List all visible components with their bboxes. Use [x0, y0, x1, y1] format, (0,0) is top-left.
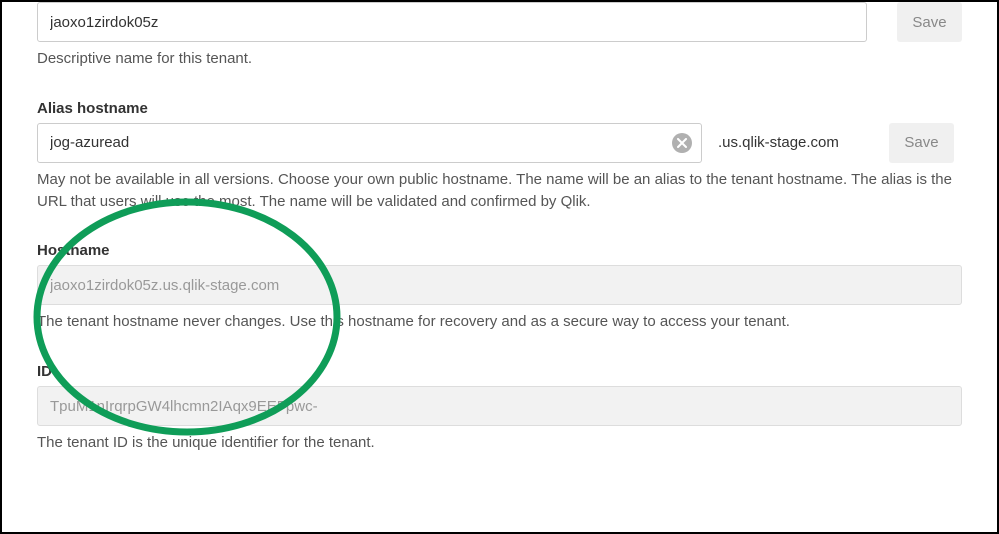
tenant-name-help: Descriptive name for this tenant. [37, 48, 962, 70]
id-help: The tenant ID is the unique identifier f… [37, 432, 962, 454]
tenant-name-input[interactable] [37, 2, 867, 42]
clear-alias-button[interactable] [672, 133, 692, 153]
alias-hostname-label: Alias hostname [37, 100, 962, 117]
save-alias-button[interactable]: Save [889, 123, 954, 163]
tenant-name-group: Save Descriptive name for this tenant. [37, 2, 962, 70]
hostname-input [37, 265, 962, 305]
id-label: ID [37, 363, 962, 380]
id-group: ID The tenant ID is the unique identifie… [37, 363, 962, 454]
alias-hostname-group: Alias hostname .us.qlik-stage.com Save M… [37, 100, 962, 213]
tenant-id-input [37, 386, 962, 426]
alias-hostname-input[interactable] [37, 123, 702, 163]
alias-hostname-suffix: .us.qlik-stage.com [718, 134, 873, 151]
save-name-button[interactable]: Save [897, 2, 962, 42]
close-circle-icon [677, 138, 687, 148]
hostname-label: Hostname [37, 242, 962, 259]
hostname-help: The tenant hostname never changes. Use t… [37, 311, 962, 333]
hostname-group: Hostname The tenant hostname never chang… [37, 242, 962, 333]
alias-hostname-help: May not be available in all versions. Ch… [37, 169, 962, 213]
